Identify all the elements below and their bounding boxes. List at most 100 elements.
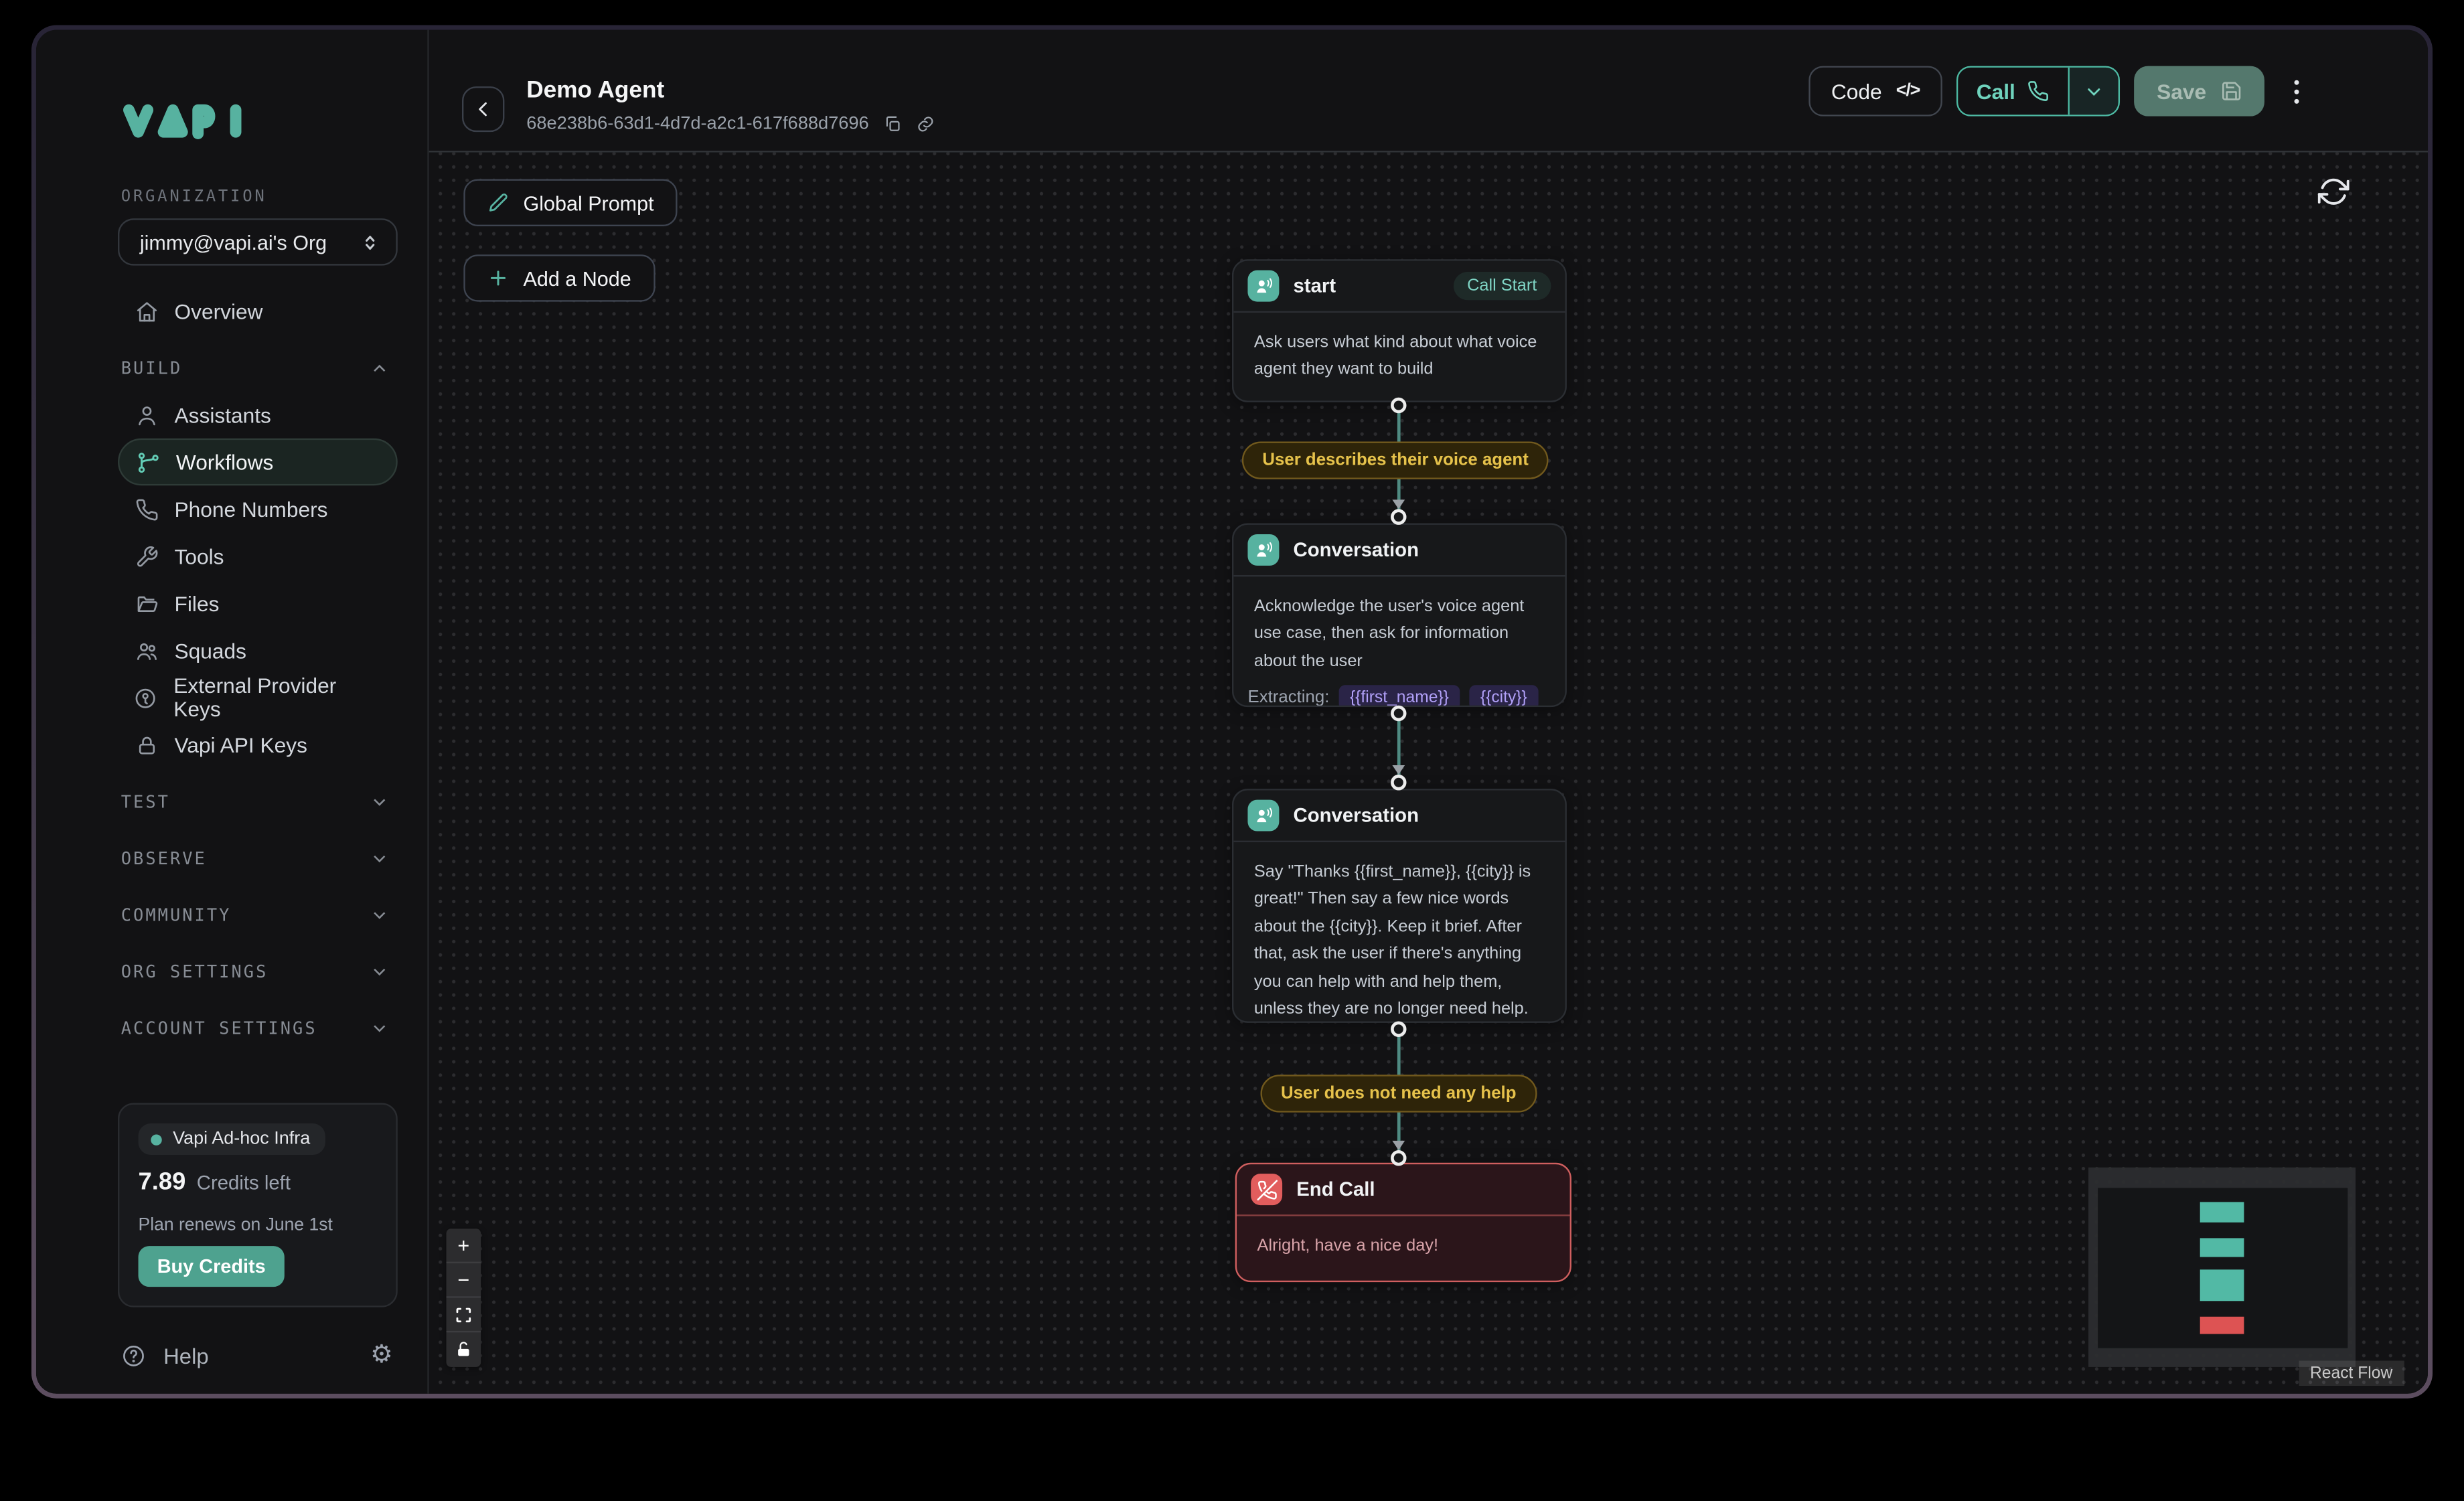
add-node-button[interactable]: Add a Node <box>463 254 655 301</box>
plan-badge-label: Vapi Ad-hoc Infra <box>173 1129 310 1148</box>
copy-icon[interactable] <box>883 114 902 133</box>
section-test[interactable]: TEST <box>121 778 390 825</box>
add-node-label: Add a Node <box>524 266 631 290</box>
credits-card: Vapi Ad-hoc Infra 7.89 Credits left Plan… <box>118 1103 398 1308</box>
minimap-node <box>2200 1238 2244 1257</box>
sidebar-item-overview[interactable]: Overview <box>118 287 398 334</box>
section-label: COMMUNITY <box>121 904 232 925</box>
workflow-canvas[interactable]: Global Prompt Add a Node <box>429 153 2428 1394</box>
minimap-node <box>2200 1269 2244 1301</box>
global-prompt-label: Global Prompt <box>524 191 654 214</box>
help-link[interactable]: Help <box>163 1344 209 1369</box>
home-icon <box>133 299 159 324</box>
zoom-in-button[interactable]: + <box>447 1229 481 1263</box>
topbar: Demo Agent 68e238b6-63d1-4d7d-a2c1-617f6… <box>429 30 2428 153</box>
gear-icon[interactable]: ⚙ <box>370 1344 393 1369</box>
minimap[interactable] <box>2088 1168 2356 1367</box>
sidebar-item-vapi-api-keys[interactable]: Vapi API Keys <box>118 721 398 768</box>
sidebar-item-squads[interactable]: Squads <box>118 627 398 674</box>
sidebar-item-workflows[interactable]: Workflows <box>118 439 398 485</box>
code-icon: </> <box>1896 82 1920 100</box>
vapi-logo: VAPI <box>123 102 427 142</box>
node-conversation-1[interactable]: Conversation Acknowledge the user's voic… <box>1232 524 1567 708</box>
global-prompt-button[interactable]: Global Prompt <box>463 179 677 226</box>
edge-arrow-icon <box>1392 765 1405 775</box>
credits-label: Credits left <box>197 1172 291 1194</box>
node-start[interactable]: start Call Start Ask users what kind abo… <box>1232 259 1567 402</box>
sidebar-item-files[interactable]: Files <box>118 580 398 627</box>
credits-amount: 7.89 <box>139 1169 186 1197</box>
section-account-settings[interactable]: ACCOUNT SETTINGS <box>121 1004 390 1051</box>
edge-arrow-icon <box>1392 1141 1405 1150</box>
fit-view-button[interactable] <box>447 1298 481 1333</box>
section-observe[interactable]: OBSERVE <box>121 834 390 881</box>
buy-credits-button[interactable]: Buy Credits <box>139 1246 285 1287</box>
sidebar-item-label: Phone Numbers <box>175 497 328 521</box>
app-window-inner: VAPI ORGANIZATION jimmy@vapi.ai's Org <box>36 30 2428 1394</box>
lock-icon <box>133 732 159 758</box>
sidebar-item-external-provider-keys[interactable]: External Provider Keys <box>118 674 398 721</box>
node-conversation-2[interactable]: Conversation Say "Thanks {{first_name}},… <box>1232 789 1567 1023</box>
sidebar-nav: Overview BUILD Assistants Workflows <box>36 287 427 1051</box>
topbar-actions: Code </> Call Save <box>1809 30 2305 153</box>
pencil-icon <box>487 191 510 214</box>
minimap-node <box>2200 1202 2244 1222</box>
chevron-down-icon <box>370 848 390 868</box>
sidebar-item-phone-numbers[interactable]: Phone Numbers <box>118 485 398 532</box>
edge-label[interactable]: User does not need any help <box>1261 1075 1537 1112</box>
vapi-logo-icon <box>123 102 245 142</box>
refresh-icon[interactable] <box>2318 175 2353 210</box>
react-flow-attribution[interactable]: React Flow <box>2299 1360 2404 1386</box>
organization-select[interactable]: jimmy@vapi.ai's Org <box>118 218 398 265</box>
more-menu-icon[interactable] <box>2288 73 2305 109</box>
screen: VAPI ORGANIZATION jimmy@vapi.ai's Org <box>0 0 2464 1500</box>
call-split-button: Call <box>1956 66 2121 116</box>
node-handle[interactable] <box>1391 509 1406 524</box>
chevron-left-icon <box>473 99 493 120</box>
section-build[interactable]: BUILD <box>121 344 390 391</box>
voice-user-icon <box>1247 534 1279 566</box>
lock-button[interactable] <box>447 1332 481 1367</box>
extracting-label: Extracting: <box>1247 689 1329 707</box>
node-title: start <box>1294 275 1336 297</box>
call-dropdown-button[interactable] <box>2070 68 2119 114</box>
unlock-icon <box>454 1340 473 1359</box>
node-handle[interactable] <box>1391 775 1406 790</box>
code-button[interactable]: Code </> <box>1809 66 1942 116</box>
edge-label[interactable]: User describes their voice agent <box>1242 441 1549 479</box>
save-button[interactable]: Save <box>2135 66 2264 116</box>
back-button[interactable] <box>462 86 504 132</box>
node-handle[interactable] <box>1391 398 1406 413</box>
phone-off-icon <box>1251 1174 1282 1205</box>
organization-name: jimmy@vapi.ai's Org <box>140 230 327 254</box>
sidebar-item-assistants[interactable]: Assistants <box>118 391 398 438</box>
page-title: Demo Agent <box>526 77 935 104</box>
node-handle[interactable] <box>1391 1022 1406 1037</box>
node-title: Conversation <box>1294 805 1419 827</box>
workflow-icon <box>135 449 161 475</box>
sidebar-item-tools[interactable]: Tools <box>118 533 398 580</box>
section-label: ORG SETTINGS <box>121 961 268 981</box>
chevron-down-icon <box>370 1018 390 1038</box>
node-handle[interactable] <box>1391 1150 1406 1166</box>
section-community[interactable]: COMMUNITY <box>121 891 390 938</box>
sidebar-item-label: Workflows <box>176 450 274 473</box>
zoom-out-button[interactable]: − <box>447 1263 481 1298</box>
link-icon[interactable] <box>916 114 935 133</box>
node-handle[interactable] <box>1391 706 1406 721</box>
chevron-down-icon <box>370 904 390 925</box>
sidebar-item-label: Vapi API Keys <box>175 733 307 757</box>
call-button-label: Call <box>1977 80 2015 103</box>
workflow-id: 68e238b6-63d1-4d7d-a2c1-617f688d7696 <box>526 113 868 134</box>
call-button[interactable]: Call <box>1958 68 2069 114</box>
help-row: Help ⚙ <box>121 1344 393 1369</box>
voice-user-icon <box>1247 800 1279 832</box>
node-end-call[interactable]: End Call Alright, have a nice day! <box>1235 1163 1571 1282</box>
node-body-text: Ask users what kind about what voice age… <box>1233 311 1565 402</box>
section-label: OBSERVE <box>121 848 207 868</box>
users-icon <box>133 638 159 663</box>
status-dot-icon <box>151 1133 161 1144</box>
phone-icon <box>2028 80 2050 102</box>
extracting-row: Extracting: {{first_name}} {{city}} <box>1233 686 1565 707</box>
section-org-settings[interactable]: ORG SETTINGS <box>121 947 390 994</box>
